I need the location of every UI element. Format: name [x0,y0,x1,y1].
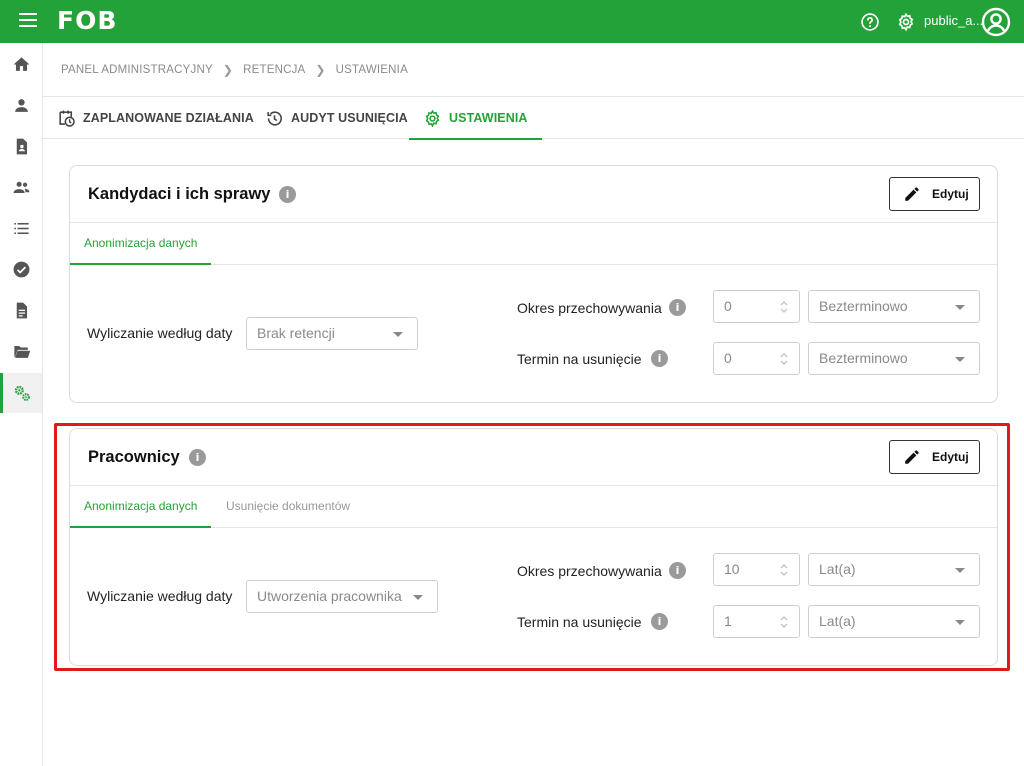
calc-date-label: Wyliczanie według daty [87,325,233,341]
account-circle-icon[interactable] [981,7,1011,37]
main-tabs: ZAPLANOWANE DZIAŁANIA AUDYT USUNIĘCIA US… [43,97,1024,140]
select-value: Bezterminowo [819,298,908,314]
pencil-icon [905,187,919,201]
sidebar-item-candidate-docs[interactable] [0,126,42,166]
folder-open-icon [13,345,30,358]
sidebar [0,43,43,766]
tab-label: ZAPLANOWANE DZIAŁANIA [83,111,254,125]
edit-button-label: Edytuj [932,187,969,201]
retention-period-label: Okres przechowywania [517,300,662,316]
calendar-clock-icon [59,110,75,127]
history-icon [267,110,282,126]
select-value: Bezterminowo [819,350,908,366]
tab-label: USTAWIENIA [449,111,528,125]
retention-card-candidates: Kandydaci i ich sprawy i Edytuj Anonimiz… [69,165,998,403]
list-icon [13,222,29,234]
info-icon[interactable]: i [669,299,686,316]
deletion-deadline-unit-select[interactable]: Bezterminowo [808,342,980,375]
sidebar-item-list[interactable] [0,208,42,248]
check-circle-icon [13,261,29,277]
tab-settings[interactable]: USTAWIENIA [409,97,542,140]
sidebar-item-check[interactable] [0,249,42,289]
retention-period-number-input[interactable]: 0 [713,290,800,323]
breadcrumb-item-admin-panel[interactable]: PANEL ADMINISTRACYJNY [61,64,213,76]
settings-cogs-icon [14,385,30,401]
sidebar-item-file[interactable] [0,290,42,330]
calc-date-select[interactable]: Brak retencji [246,317,418,350]
username-label[interactable]: public_a... [924,13,983,29]
tab-scheduled-actions[interactable]: ZAPLANOWANE DZIAŁANIA [57,97,254,139]
spinner-arrows-icon[interactable] [779,300,789,314]
breadcrumb-item-retention[interactable]: RETENCJA [243,64,305,76]
highlight-frame [54,423,1010,671]
help-icon[interactable] [860,12,880,32]
breadcrumb: PANEL ADMINISTRACYJNY ❯ RETENCJA ❯ USTAW… [61,63,408,77]
input-value: 0 [724,350,732,366]
chevron-right-icon: ❯ [315,63,326,77]
dropdown-arrow-icon [393,332,403,337]
sidebar-item-folder[interactable] [0,331,42,371]
gear-icon[interactable] [896,12,916,32]
sidebar-item-people[interactable] [0,167,42,207]
deletion-deadline-number-input[interactable]: 0 [713,342,800,375]
info-icon[interactable]: i [279,186,296,203]
input-value: 0 [724,298,732,314]
file-icon [16,302,27,318]
tab-deletion-audit[interactable]: AUDYT USUNIĘCIA [265,97,408,139]
people-icon [13,181,29,193]
edit-button[interactable]: Edytuj [889,177,980,211]
gear-icon [425,109,440,127]
sidebar-item-admin-settings[interactable] [0,373,42,413]
chevron-right-icon: ❯ [222,63,234,77]
card-header: Kandydaci i ich sprawy i Edytuj [70,166,997,223]
sidebar-item-person[interactable] [0,85,42,125]
dropdown-arrow-icon [955,305,965,310]
retention-period-unit-select[interactable]: Bezterminowo [808,290,980,323]
subtab-data-anonymization[interactable]: Anonimizacja danych [70,223,212,265]
app-logo[interactable]: FOB [57,6,117,36]
select-value: Brak retencji [257,325,335,341]
card-title: Kandydaci i ich sprawy [88,185,271,203]
deletion-deadline-label: Termin na usunięcie [517,351,642,367]
top-app-bar: FOB public_a... [0,0,1024,43]
card-subtabs: Anonimizacja danych [70,223,997,265]
menu-icon[interactable] [19,13,37,29]
tab-label: AUDYT USUNIĘCIA [291,111,408,125]
person-icon [14,98,28,112]
home-icon [13,56,29,71]
sidebar-item-home[interactable] [0,44,42,84]
document-person-icon [16,138,27,154]
dropdown-arrow-icon [955,357,965,362]
breadcrumb-item-settings: USTAWIENIA [335,64,408,76]
spinner-arrows-icon[interactable] [779,352,789,366]
info-icon[interactable]: i [651,350,668,367]
